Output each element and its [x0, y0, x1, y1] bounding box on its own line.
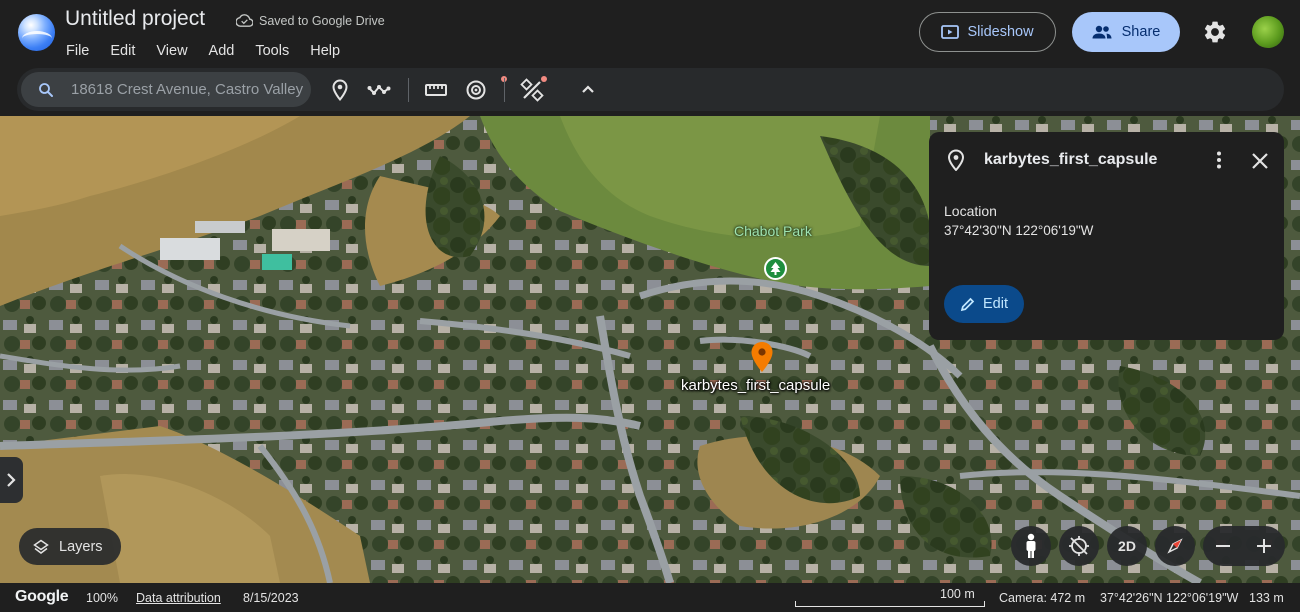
side-panel-toggle[interactable] [0, 457, 23, 503]
notification-dot [541, 76, 547, 82]
slideshow-icon [941, 25, 960, 39]
panel-title: karbytes_first_capsule [984, 151, 1158, 168]
top-header: Untitled project Saved to Google Drive F… [0, 0, 1300, 68]
compass-icon [1167, 538, 1183, 554]
location-value: 37°42'30"N 122°06'19"W [944, 223, 1094, 238]
slideshow-label: Slideshow [967, 24, 1034, 40]
edit-button[interactable]: Edit [944, 285, 1024, 323]
scale-label: 100 m [940, 587, 975, 601]
scale-bar: 100 m [795, 587, 985, 607]
data-attribution-link[interactable]: Data attribution [136, 591, 221, 605]
project-title[interactable]: Untitled project [65, 7, 205, 31]
zoom-controls [1203, 526, 1285, 566]
gear-icon[interactable] [1202, 19, 1228, 45]
placemark-pin-icon[interactable] [750, 341, 774, 373]
status-bar: Google 100% Data attribution 8/15/2023 1… [0, 583, 1300, 612]
more-vert-icon[interactable] [1211, 150, 1227, 170]
ruler-icon[interactable] [424, 78, 448, 102]
tilt-reset-icon [1069, 536, 1089, 556]
cloud-check-icon [236, 14, 253, 27]
edit-label: Edit [983, 296, 1008, 312]
search-icon [39, 83, 53, 97]
pencil-icon [960, 297, 975, 311]
zoom-percent: 100% [86, 591, 118, 605]
share-button[interactable]: Share [1072, 12, 1180, 52]
place-pin-icon[interactable] [328, 78, 352, 102]
zoom-out-icon[interactable] [1211, 534, 1235, 558]
location-pin-icon [947, 149, 965, 171]
pegman-icon [1026, 533, 1036, 558]
street-view-button[interactable] [1011, 526, 1051, 566]
satellite-icon[interactable] [520, 78, 544, 102]
share-label: Share [1121, 24, 1161, 40]
layers-icon [33, 539, 49, 554]
saved-status-text: Saved to Google Drive [259, 13, 385, 28]
cursor-elevation: 133 m [1249, 591, 1284, 605]
tree-icon [770, 262, 781, 275]
path-icon[interactable] [367, 78, 391, 102]
avatar[interactable] [1252, 16, 1284, 48]
menu-file[interactable]: File [66, 43, 89, 59]
camera-altitude: Camera: 472 m [999, 591, 1086, 605]
slideshow-button[interactable]: Slideshow [919, 12, 1056, 52]
chevron-up-icon[interactable] [576, 78, 600, 102]
google-earth-logo[interactable] [18, 14, 55, 51]
menu-help[interactable]: Help [310, 43, 340, 59]
location-label: Location [944, 203, 997, 219]
feature-info-panel: karbytes_first_capsule Location 37°42'30… [929, 132, 1284, 340]
people-icon [1092, 25, 1112, 39]
cursor-coordinates: 37°42'26"N 122°06'19"W [1100, 591, 1239, 605]
toolbar-divider [504, 78, 505, 102]
search-input[interactable] [71, 72, 311, 107]
rotate-view-icon[interactable] [464, 78, 488, 102]
view-mode-toggle[interactable]: 2D [1107, 526, 1147, 566]
menu-tools[interactable]: Tools [255, 43, 289, 59]
menu-add[interactable]: Add [209, 43, 235, 59]
park-tree-icon[interactable] [764, 257, 787, 280]
zoom-in-icon[interactable] [1252, 534, 1276, 558]
layers-label: Layers [59, 538, 103, 555]
chevron-right-icon [7, 473, 16, 487]
search-box[interactable] [21, 72, 311, 107]
close-icon[interactable] [1249, 150, 1271, 172]
reset-tilt-button[interactable] [1059, 526, 1099, 566]
placemark-label[interactable]: karbytes_first_capsule [681, 377, 830, 394]
imagery-date: 8/15/2023 [243, 591, 299, 605]
toolbar-divider [408, 78, 409, 102]
scale-line [795, 601, 985, 607]
compass-button[interactable] [1155, 526, 1195, 566]
menu-edit[interactable]: Edit [110, 43, 135, 59]
tool-bar [17, 68, 1284, 111]
menu-view[interactable]: View [156, 43, 187, 59]
park-label[interactable]: Chabot Park [734, 223, 812, 239]
google-logo: Google [15, 588, 69, 605]
saved-status: Saved to Google Drive [236, 12, 385, 29]
layers-button[interactable]: Layers [19, 528, 121, 565]
menu-bar: File Edit View Add Tools Help [66, 43, 361, 59]
earth-app: Untitled project Saved to Google Drive F… [0, 0, 1300, 612]
